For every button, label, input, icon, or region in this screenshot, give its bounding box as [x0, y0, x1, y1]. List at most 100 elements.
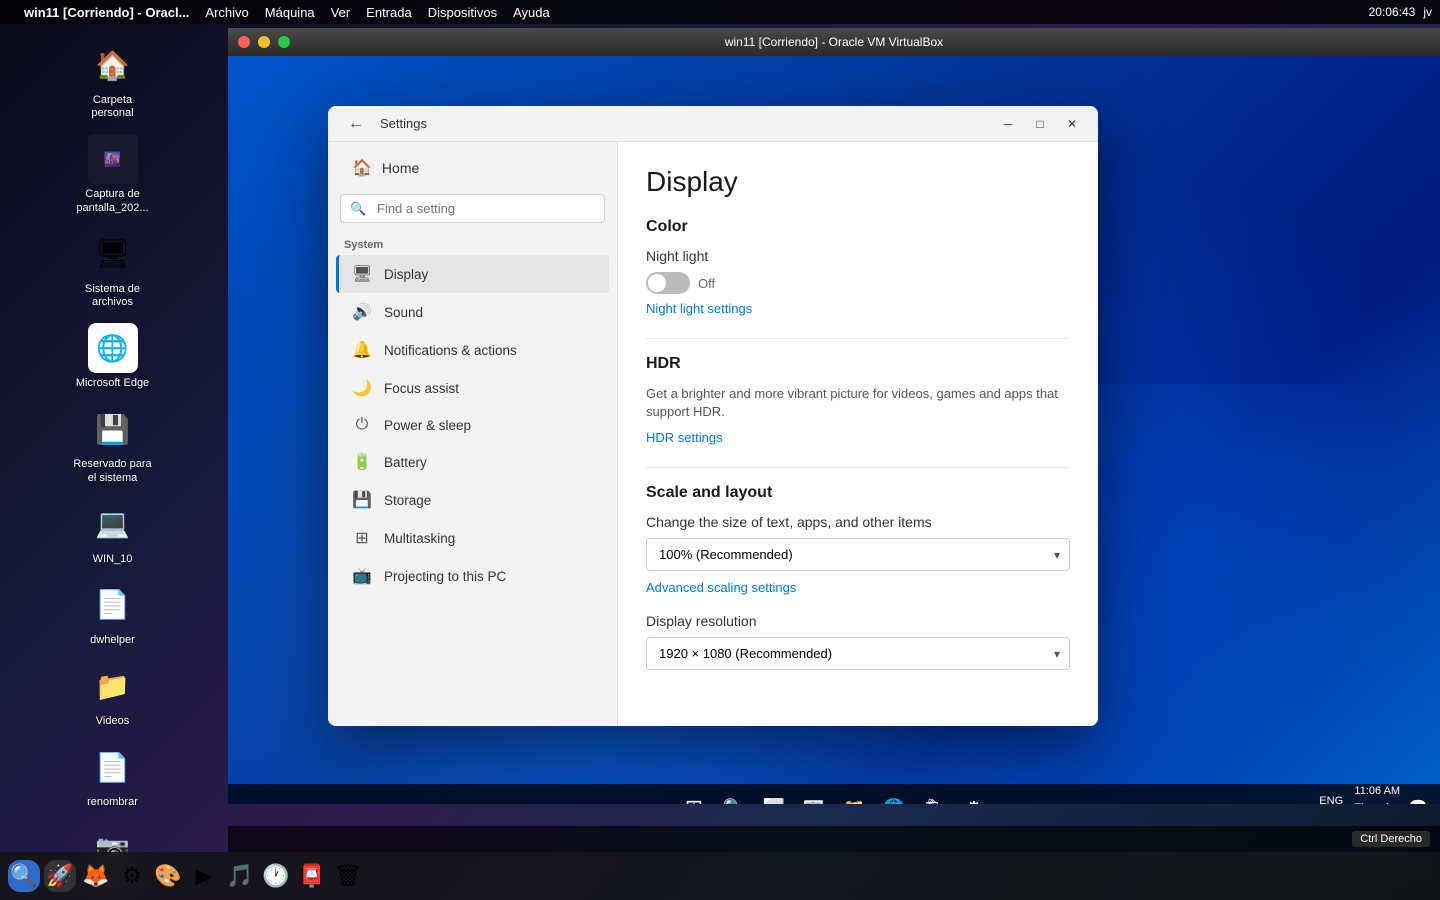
scale-dropdown[interactable]: 100% (Recommended) 125% 150% 175%	[646, 538, 1070, 571]
nav-notifications-label: Notifications & actions	[384, 343, 517, 358]
scale-section: Scale and layout Change the size of text…	[646, 484, 1070, 670]
mac-dock-icons: 🔍 🚀 🦊 ⚙ 🎨 ▶ 🎵 🕐 📮 🗑	[0, 860, 1440, 892]
desktop-icon-carpeta[interactable]: 🏠 Carpeta personal	[63, 34, 163, 126]
desktop-icon-captura[interactable]: 🌆 Captura de pantalla_202...	[63, 128, 163, 220]
maximize-button[interactable]: □	[1026, 110, 1054, 138]
dock-finder-icon[interactable]: 🔍	[8, 860, 40, 892]
dock-trash-icon[interactable]: 🗑	[332, 860, 364, 892]
dock-system-prefs-icon[interactable]: ⚙	[116, 860, 148, 892]
desktop-icon-sistema[interactable]: 🖥 Sistema de archivos	[63, 223, 163, 315]
nav-storage-label: Storage	[384, 493, 431, 508]
win-start-button[interactable]: ⊞	[676, 790, 712, 804]
sound-nav-icon: 🔊	[352, 302, 372, 322]
menu-user: jv	[1423, 5, 1432, 19]
projecting-nav-icon: 📺	[352, 566, 372, 586]
nav-search-area: 🔍	[340, 194, 605, 223]
dwhelper-label: dwhelper	[90, 634, 135, 647]
nav-item-storage[interactable]: 💾 Storage	[336, 481, 609, 519]
nav-projecting-label: Projecting to this PC	[384, 569, 506, 584]
nav-battery-label: Battery	[384, 455, 427, 470]
scale-dropdown-wrapper: 100% (Recommended) 125% 150% 175% ▾	[646, 538, 1070, 571]
desktop-icon-dwhelper[interactable]: 📄 dwhelper	[63, 574, 163, 653]
menu-ayuda[interactable]: Ayuda	[513, 5, 550, 20]
nav-item-display[interactable]: 🖥 Display	[336, 255, 609, 293]
notifications-nav-icon: 🔔	[352, 340, 372, 360]
dock-art-icon[interactable]: 🎨	[152, 860, 184, 892]
page-title: Display	[646, 166, 1070, 198]
dock-play-icon[interactable]: ▶	[188, 860, 220, 892]
mac-dock: 🔍 🚀 🦊 ⚙ 🎨 ▶ 🎵 🕐 📮 🗑	[0, 852, 1440, 900]
nav-item-focus[interactable]: 🌙 Focus assist	[336, 369, 609, 407]
reservado-icon: 💾	[88, 404, 138, 454]
minimize-traffic-light[interactable]	[258, 36, 270, 48]
win-edge-button[interactable]: 🌐	[876, 790, 912, 804]
win11-taskbar-center: ⊞ 🔍 ⬜ 📰 📁 🌐 🛍 ⚙	[676, 790, 992, 804]
nav-item-projecting[interactable]: 📺 Projecting to this PC	[336, 557, 609, 595]
nav-item-multitasking[interactable]: ⊞ Multitasking	[336, 519, 609, 557]
desktop-icon-videos[interactable]: 📁 Videos	[63, 655, 163, 734]
win-store-button[interactable]: 🛍	[916, 790, 952, 804]
nav-item-power[interactable]: ⏻ Power & sleep	[336, 407, 609, 443]
desktop-icon-renombrar[interactable]: 📄 renombrar	[63, 736, 163, 815]
close-button[interactable]: ✕	[1058, 110, 1086, 138]
settings-search-input[interactable]	[340, 194, 605, 223]
focus-nav-icon: 🌙	[352, 378, 372, 398]
resolution-dropdown[interactable]: 1920 × 1080 (Recommended)	[646, 637, 1070, 670]
menu-entrada[interactable]: Entrada	[366, 5, 412, 20]
mac-menubar-left: win11 [Corriendo] - Oracl... Archivo Máq…	[8, 5, 550, 20]
win-search-button[interactable]: 🔍	[716, 790, 752, 804]
videos-icon: 📁	[88, 661, 138, 711]
renombrar-icon: 📄	[88, 742, 138, 792]
maximize-traffic-light[interactable]	[278, 36, 290, 48]
menu-dispositivos[interactable]: Dispositivos	[428, 5, 497, 20]
hdr-section: HDR Get a brighter and more vibrant pict…	[646, 355, 1070, 447]
win-settings-button[interactable]: ⚙	[956, 790, 992, 804]
nav-item-notifications[interactable]: 🔔 Notifications & actions	[336, 331, 609, 369]
desktop-icon-edge[interactable]: 🌐 Microsoft Edge	[63, 317, 163, 396]
nav-sound-label: Sound	[384, 305, 423, 320]
dock-launchpad-icon[interactable]: 🚀	[44, 860, 76, 892]
nav-item-sound[interactable]: 🔊 Sound	[336, 293, 609, 331]
desktop-icon-win10[interactable]: 💻 WIN_10	[63, 493, 163, 572]
night-light-toggle[interactable]	[646, 272, 690, 294]
win10-label: WIN_10	[93, 553, 133, 566]
menu-ver[interactable]: Ver	[331, 5, 351, 20]
settings-window: ← Settings ─ □ ✕ 🏠	[328, 106, 1098, 726]
menu-time: 20:06:43	[1369, 5, 1416, 19]
dock-music-icon[interactable]: 🎵	[224, 860, 256, 892]
advanced-scaling-link[interactable]: Advanced scaling settings	[646, 580, 796, 595]
win-day: Thursday	[1354, 800, 1400, 804]
dock-clock-icon[interactable]: 🕐	[260, 860, 292, 892]
dock-mail-icon[interactable]: 📮	[296, 860, 328, 892]
win-widgets-button[interactable]: 📰	[796, 790, 832, 804]
settings-back-button[interactable]: ←	[340, 111, 372, 137]
change-size-label: Change the size of text, apps, and other…	[646, 514, 1070, 530]
win-notification-button[interactable]: 💬	[1408, 798, 1428, 804]
nav-home-label: Home	[382, 160, 419, 176]
toggle-off-label: Off	[698, 276, 715, 291]
menu-maquina[interactable]: Máquina	[265, 5, 315, 20]
win-explorer-button[interactable]: 📁	[836, 790, 872, 804]
divider-1	[646, 338, 1070, 339]
virtualbox-window: win11 [Corriendo] - Oracle VM VirtualBox…	[228, 28, 1440, 804]
dwhelper-icon: 📄	[88, 580, 138, 630]
win-taskview-button[interactable]: ⬜	[756, 790, 792, 804]
desktop-icon-reservado[interactable]: 💾 Reservado para el sistema	[63, 398, 163, 490]
divider-2	[646, 467, 1070, 468]
mac-menubar: win11 [Corriendo] - Oracl... Archivo Máq…	[0, 0, 1440, 24]
power-nav-icon: ⏻	[352, 416, 372, 434]
vbox-title-text: win11 [Corriendo] - Oracle VM VirtualBox	[725, 35, 943, 49]
win-clock: 11:06 AM Thursday 6/17/2021	[1351, 783, 1400, 804]
nav-item-battery[interactable]: 🔋 Battery	[336, 443, 609, 481]
nav-home[interactable]: 🏠 Home	[336, 150, 609, 186]
close-traffic-light[interactable]	[238, 36, 250, 48]
search-icon: 🔍	[350, 201, 366, 217]
display-nav-icon: 🖥	[352, 264, 372, 284]
minimize-button[interactable]: ─	[994, 110, 1022, 138]
night-light-settings-link[interactable]: Night light settings	[646, 301, 752, 316]
hdr-settings-link[interactable]: HDR settings	[646, 430, 723, 445]
dock-firefox-icon[interactable]: 🦊	[80, 860, 112, 892]
win11-taskbar-right: ENG ES 11:06 AM Thursday 6/17/2021 💬	[992, 783, 1428, 804]
multitasking-nav-icon: ⊞	[352, 528, 372, 548]
menu-archivo[interactable]: Archivo	[205, 5, 248, 20]
